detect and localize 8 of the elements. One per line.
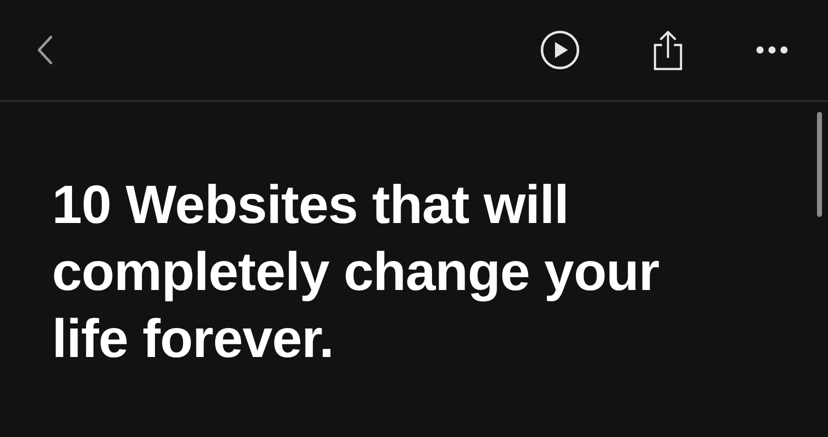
- article-title: 10 Websites that will completely change your life forever.: [51, 174, 660, 371]
- scrollbar[interactable]: [817, 112, 822, 217]
- more-icon: [756, 46, 788, 54]
- back-button[interactable]: [36, 35, 54, 65]
- listen-button[interactable]: [540, 30, 580, 70]
- share-icon: [652, 29, 684, 71]
- chevron-left-icon: [36, 35, 54, 65]
- play-icon: [540, 30, 580, 70]
